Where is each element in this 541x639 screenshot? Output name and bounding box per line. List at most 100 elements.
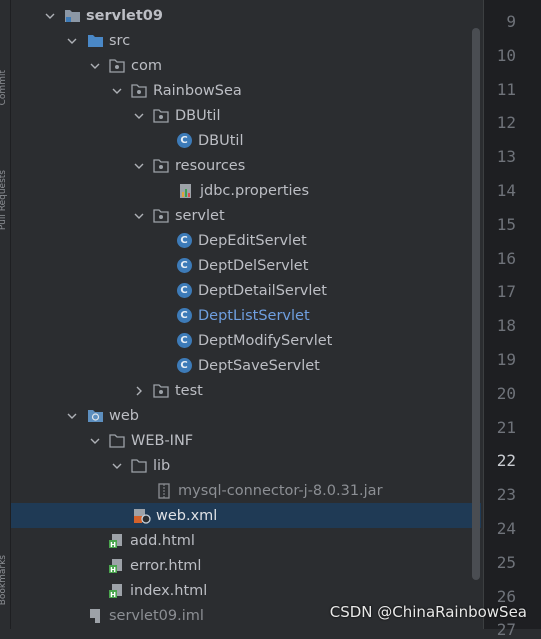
package-icon: [108, 57, 126, 75]
web-folder-icon: [86, 407, 104, 425]
tree-row[interactable]: DBUtil: [11, 103, 481, 128]
package-icon: [152, 382, 170, 400]
line-number: 19: [496, 350, 516, 369]
chevron-down-icon[interactable]: [132, 209, 146, 223]
tree-row-label: DeptListServlet: [198, 307, 310, 324]
tree-row[interactable]: C DepEditServlet: [11, 228, 481, 253]
tree-row[interactable]: Herror.html: [11, 553, 481, 578]
tree-row[interactable]: WEB-INF: [11, 428, 481, 453]
tree-row[interactable]: web.xml: [11, 503, 481, 528]
tree-row-label: web.xml: [156, 507, 218, 524]
tree-row-label: servlet: [175, 207, 225, 224]
tree-row[interactable]: lib: [11, 453, 481, 478]
commit-tool-label[interactable]: Commit: [0, 70, 8, 105]
source-folder-icon: [86, 32, 104, 50]
java-class-icon: C: [175, 282, 193, 300]
line-number: 24: [496, 519, 516, 538]
tree-row-label: mysql-connector-j-8.0.31.jar: [178, 482, 383, 499]
package-icon: [152, 207, 170, 225]
left-tool-window-strip: Commit Pull Requests Bookmarks: [0, 0, 11, 629]
chevron-down-icon[interactable]: [65, 34, 79, 48]
java-class-icon: C: [175, 232, 193, 250]
folder-icon: [130, 457, 148, 475]
java-class-icon: C: [175, 332, 193, 350]
tree-row-label: DeptSaveServlet: [198, 357, 320, 374]
tree-row-label: RainbowSea: [153, 82, 242, 99]
tree-row[interactable]: RainbowSea: [11, 78, 481, 103]
java-class-icon: C: [175, 357, 193, 375]
iml-file-icon: [86, 607, 104, 625]
tree-row-label: index.html: [130, 582, 208, 599]
tree-row-label: servlet09.iml: [109, 607, 204, 624]
tree-row[interactable]: Hindex.html: [11, 578, 481, 603]
chevron-right-icon[interactable]: [132, 384, 146, 398]
tree-row-label: jdbc.properties: [200, 182, 310, 199]
chevron-down-icon[interactable]: [88, 59, 102, 73]
watermark: CSDN @ChinaRainbowSea: [329, 603, 527, 621]
tree-row[interactable]: servlet09: [11, 3, 481, 28]
tree-row[interactable]: web: [11, 403, 481, 428]
tree-row-label: add.html: [130, 532, 195, 549]
tree-row-label: com: [131, 57, 162, 74]
tree-row[interactable]: servlet: [11, 203, 481, 228]
tree-row[interactable]: C DeptListServlet: [11, 303, 481, 328]
package-icon: [130, 82, 148, 100]
tree-row[interactable]: C DeptSaveServlet: [11, 353, 481, 378]
java-class-icon: C: [175, 132, 193, 150]
project-tree[interactable]: servlet09 src com RainbowSea DBUtil C DBUtil re…: [11, 0, 481, 629]
tree-row[interactable]: C DeptModifyServlet: [11, 328, 481, 353]
line-number: 13: [496, 147, 516, 167]
web-xml-icon: [133, 507, 151, 525]
package-icon: [152, 107, 170, 125]
tree-row-label: error.html: [130, 557, 202, 574]
tree-row[interactable]: jdbc.properties: [11, 178, 481, 203]
tree-row[interactable]: C DeptDelServlet: [11, 253, 481, 278]
line-number: 25: [496, 552, 516, 572]
line-number: 9: [506, 12, 516, 31]
tree-row-label: web: [109, 407, 139, 424]
chevron-down-icon[interactable]: [132, 109, 146, 123]
chevron-down-icon[interactable]: [110, 459, 124, 473]
tree-row[interactable]: Hadd.html: [11, 528, 481, 553]
module-folder-icon: [63, 7, 81, 25]
svg-text:H: H: [110, 591, 116, 599]
line-number: 22: [496, 451, 516, 471]
tree-row-label: DBUtil: [198, 132, 244, 149]
chevron-down-icon[interactable]: [43, 9, 57, 23]
chevron-down-icon[interactable]: [65, 409, 79, 423]
tree-row-label: DeptDetailServlet: [198, 282, 327, 299]
line-number: 16: [496, 248, 516, 268]
line-number: 27: [496, 620, 516, 639]
html-file-icon: H: [107, 532, 125, 550]
chevron-down-icon[interactable]: [132, 159, 146, 173]
folder-icon: [108, 432, 126, 450]
bookmarks-tool-label[interactable]: Bookmarks: [0, 555, 8, 605]
java-class-icon: C: [175, 257, 193, 275]
package-icon: [152, 157, 170, 175]
java-class-icon: C: [175, 307, 193, 325]
tree-row-label: DBUtil: [175, 107, 221, 124]
tree-row[interactable]: mysql-connector-j-8.0.31.jar: [11, 478, 481, 503]
tree-row[interactable]: test: [11, 378, 481, 403]
line-number: 14: [496, 181, 516, 200]
line-number: 11: [496, 79, 516, 99]
tree-row-label: test: [175, 382, 203, 399]
pull-requests-tool-label[interactable]: Pull Requests: [0, 170, 8, 230]
line-number: 20: [496, 383, 516, 403]
tree-row[interactable]: C DBUtil: [11, 128, 481, 153]
line-number: 17: [496, 282, 516, 302]
chevron-down-icon[interactable]: [88, 434, 102, 448]
tree-row[interactable]: C DeptDetailServlet: [11, 278, 481, 303]
tree-row-label: servlet09: [86, 7, 163, 24]
tree-row-label: resources: [175, 157, 246, 174]
tree-row-label: src: [109, 32, 131, 49]
line-number: 12: [496, 113, 516, 133]
tree-row[interactable]: resources: [11, 153, 481, 178]
chevron-down-icon[interactable]: [110, 84, 124, 98]
tree-row-label: DepEditServlet: [198, 232, 307, 249]
editor-line-gutter: 9 10 11 12 13 14 15 16 17 18 19 20 21 22 23 24 25 26 27: [483, 0, 541, 639]
tree-row[interactable]: com: [11, 53, 481, 78]
html-file-icon: H: [107, 582, 125, 600]
svg-text:H: H: [110, 566, 116, 574]
tree-row[interactable]: src: [11, 28, 481, 53]
